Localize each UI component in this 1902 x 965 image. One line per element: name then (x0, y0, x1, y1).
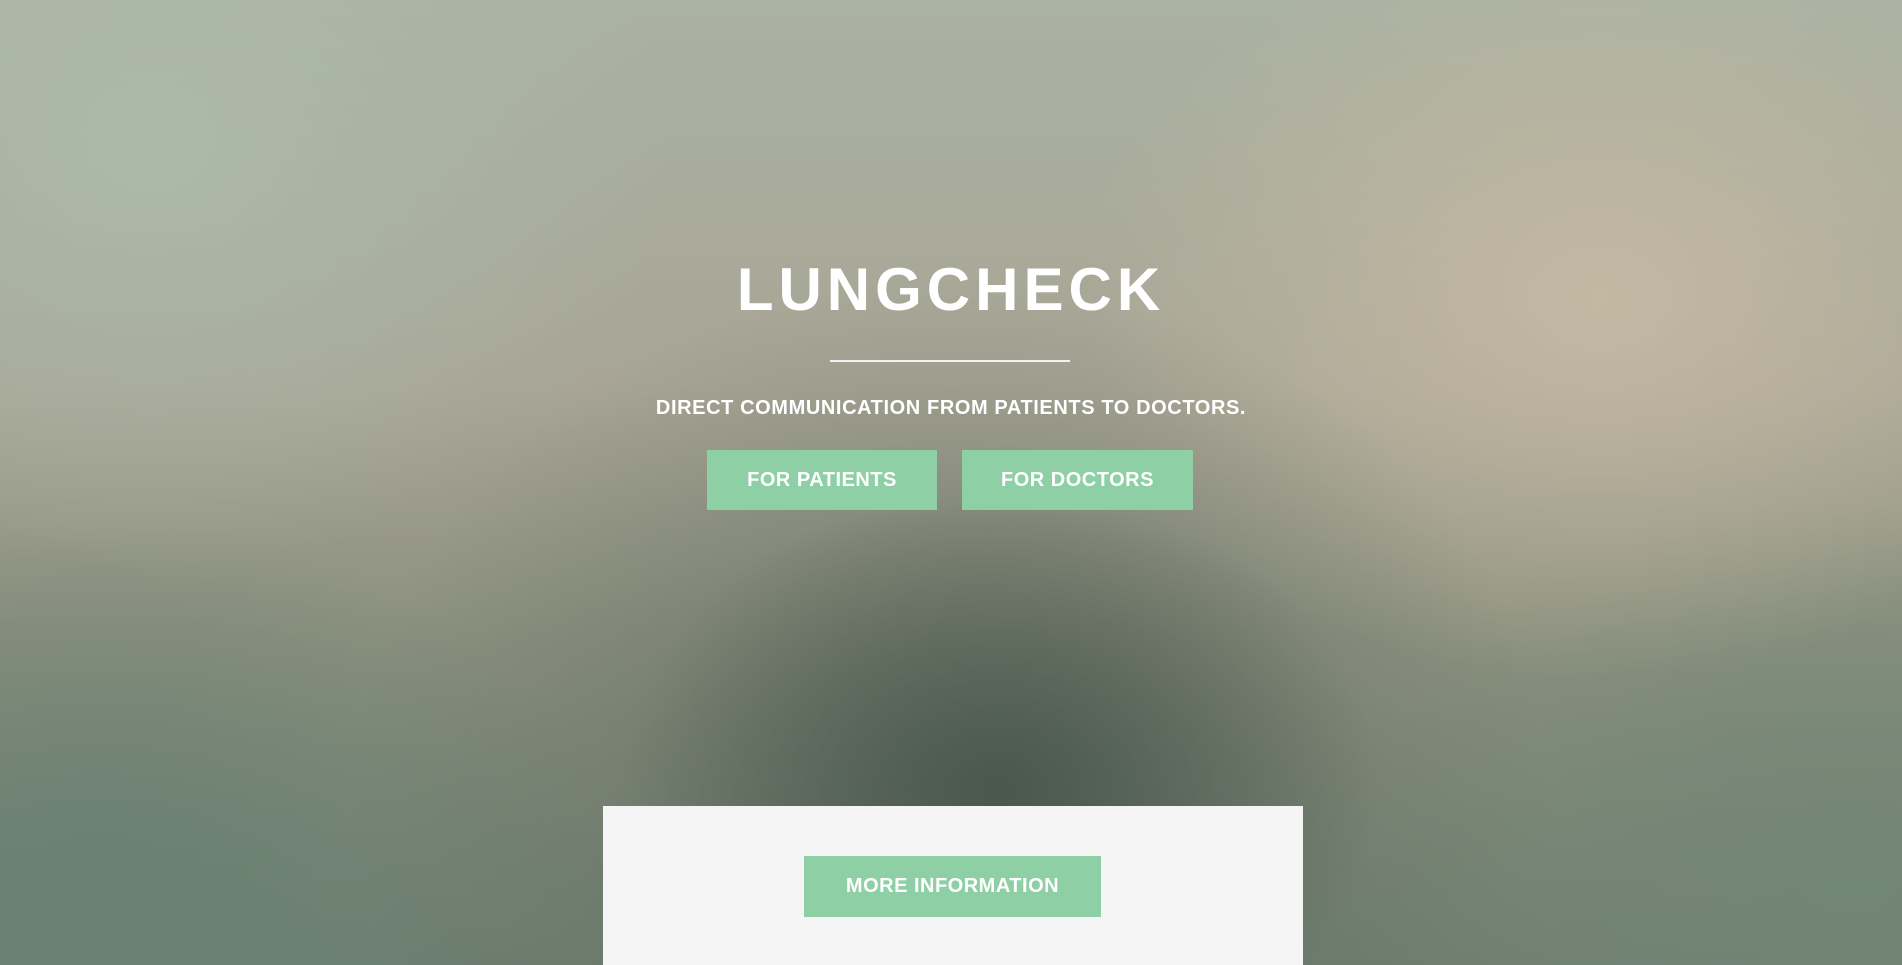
more-information-button[interactable]: MORE INFORMATION (804, 856, 1101, 917)
hero-subtitle: DIRECT COMMUNICATION FROM PATIENTS TO DO… (655, 397, 1247, 419)
for-doctors-button[interactable]: FOR DOCTORS (962, 450, 1193, 510)
hero-section: LUNGCHECK DIRECT COMMUNICATION FROM PATI… (0, 0, 1902, 965)
info-panel: MORE INFORMATION (603, 806, 1303, 965)
title-divider (830, 360, 1070, 362)
site-title: LUNGCHECK (736, 256, 1166, 323)
for-patients-button[interactable]: FOR PATIENTS (707, 450, 937, 510)
